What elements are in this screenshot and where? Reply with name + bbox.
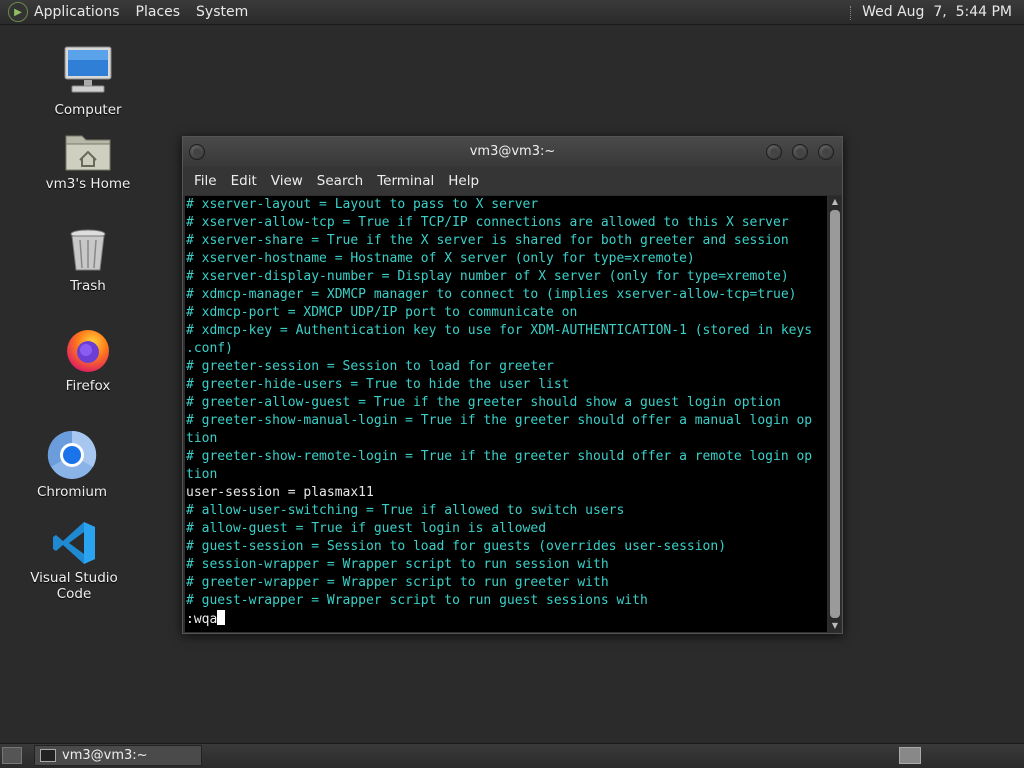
trash-icon <box>68 228 108 274</box>
terminal-line: # greeter-wrapper = Wrapper script to ru… <box>186 575 609 590</box>
terminal-line: # xdmcp-port = XDMCP UDP/IP port to comm… <box>186 305 578 320</box>
scroll-up-arrow-icon[interactable]: ▲ <box>829 196 841 208</box>
vim-command: :wqa <box>186 612 218 627</box>
desktop-icon-label: Computer <box>54 102 122 118</box>
desktop-icon-home[interactable]: vm3's Home <box>28 128 148 192</box>
terminal-window[interactable]: vm3@vm3:~ File Edit View Search Terminal… <box>182 136 843 634</box>
terminal-line: # xserver-allow-tcp = True if TCP/IP con… <box>186 215 789 230</box>
terminal-scrollbar[interactable]: ▲ ▼ <box>829 196 841 632</box>
scrollbar-thumb[interactable] <box>830 210 840 618</box>
main-menu-logo-icon[interactable]: ▶ <box>8 2 28 22</box>
menu-search[interactable]: Search <box>310 167 370 195</box>
desktop-icon-label: Trash <box>70 278 106 294</box>
applications-menu[interactable]: Applications <box>34 0 128 25</box>
menu-view[interactable]: View <box>264 167 310 195</box>
computer-icon <box>62 44 114 98</box>
terminal-line: # greeter-show-remote-login = True if th… <box>186 449 813 464</box>
menu-file[interactable]: File <box>187 167 224 195</box>
system-menu[interactable]: System <box>188 0 256 25</box>
maximize-button[interactable] <box>792 144 808 160</box>
close-button[interactable] <box>818 144 834 160</box>
desktop-icon-label: vm3's Home <box>45 176 131 192</box>
clock-area: Wed Aug 7, 5:44 PM <box>850 0 1012 25</box>
window-titlebar[interactable]: vm3@vm3:~ <box>183 137 842 167</box>
terminal-line: # guest-session = Session to load for gu… <box>186 539 727 554</box>
terminal-line: # xdmcp-key = Authentication key to use … <box>186 323 813 338</box>
places-menu[interactable]: Places <box>128 0 189 25</box>
desktop-icon-label: Chromium <box>36 484 108 500</box>
menu-edit[interactable]: Edit <box>224 167 264 195</box>
home-folder-icon <box>64 128 112 172</box>
window-menu-button[interactable] <box>189 144 205 160</box>
clock[interactable]: Wed Aug 7, 5:44 PM <box>862 0 1012 25</box>
minimize-button[interactable] <box>766 144 782 160</box>
terminal-line: # xserver-share = True if the X server i… <box>186 233 789 248</box>
terminal-line: # allow-user-switching = True if allowed… <box>186 503 625 518</box>
taskbar-window-button[interactable]: vm3@vm3:~ <box>34 745 202 766</box>
terminal-line: # xserver-hostname = Hostname of X serve… <box>186 251 695 266</box>
terminal-line: # xserver-display-number = Display numbe… <box>186 269 789 284</box>
chromium-icon <box>47 430 97 480</box>
desktop-icon-vscode[interactable]: Visual Studio Code <box>14 520 134 602</box>
terminal-line: # xserver-layout = Layout to pass to X s… <box>186 197 539 212</box>
desktop-icon-firefox[interactable]: Firefox <box>28 326 148 394</box>
show-desktop-button[interactable] <box>2 747 22 764</box>
terminal-line: # greeter-show-manual-login = True if th… <box>186 413 813 428</box>
terminal-line-active-setting: user-session = plasmax11 <box>186 485 374 500</box>
terminal-line: # greeter-hide-users = True to hide the … <box>186 377 570 392</box>
desktop-icon-trash[interactable]: Trash <box>28 228 148 294</box>
terminal-line: # greeter-allow-guest = True if the gree… <box>186 395 781 410</box>
desktop-icon-label: Visual Studio Code <box>30 570 118 602</box>
bottom-panel: vm3@vm3:~ <box>0 743 1024 768</box>
panel-separator <box>850 5 854 20</box>
window-title: vm3@vm3:~ <box>469 144 556 159</box>
taskbar-window-label: vm3@vm3:~ <box>62 748 148 763</box>
firefox-icon <box>64 326 112 374</box>
terminal-line: # guest-wrapper = Wrapper script to run … <box>186 593 648 608</box>
vim-command-line[interactable]: :wqa <box>185 610 827 628</box>
workspace-switcher[interactable] <box>899 747 921 764</box>
top-panel: ▶ Applications Places System Wed Aug 7, … <box>0 0 1024 25</box>
desktop-icon-chromium[interactable]: Chromium <box>12 430 132 500</box>
text-cursor <box>217 610 226 625</box>
menu-help[interactable]: Help <box>441 167 486 195</box>
terminal-line: .conf) <box>186 341 233 356</box>
terminal-text-area[interactable]: # xserver-layout = Layout to pass to X s… <box>185 196 827 632</box>
terminal-icon <box>40 749 56 762</box>
terminal-line: # greeter-session = Session to load for … <box>186 359 554 374</box>
terminal-line: tion <box>186 467 218 482</box>
terminal-line: # xdmcp-manager = XDMCP manager to conne… <box>186 287 797 302</box>
desktop-icon-computer[interactable]: Computer <box>28 44 148 118</box>
menu-terminal[interactable]: Terminal <box>370 167 441 195</box>
desktop-icon-label: Firefox <box>65 378 111 394</box>
vscode-icon <box>51 520 97 566</box>
terminal-line: tion <box>186 431 218 446</box>
terminal-menubar: File Edit View Search Terminal Help <box>183 167 842 195</box>
terminal-line: # session-wrapper = Wrapper script to ru… <box>186 557 609 572</box>
scroll-down-arrow-icon[interactable]: ▼ <box>829 620 841 632</box>
terminal-line: # allow-guest = True if guest login is a… <box>186 521 547 536</box>
